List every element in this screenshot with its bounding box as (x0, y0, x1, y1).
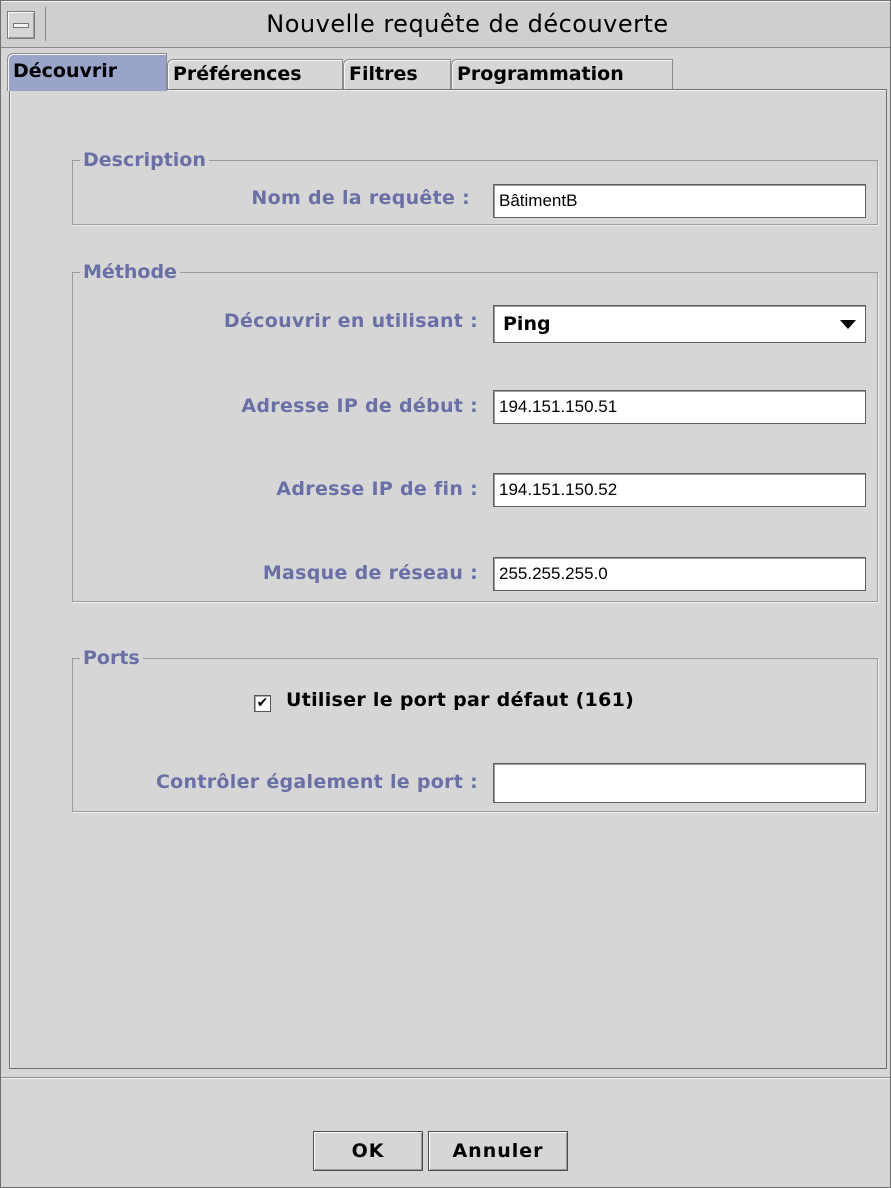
end-ip-input[interactable]: 194.151.150.52 (493, 473, 866, 507)
query-name-label: Nom de la requête : (251, 187, 470, 209)
discover-using-value: Ping (503, 313, 551, 335)
also-check-port-input[interactable] (493, 763, 866, 803)
cancel-button[interactable]: Annuler (428, 1131, 568, 1171)
use-default-port-label[interactable]: Utiliser le port par défaut (161) (286, 689, 634, 711)
end-ip-label: Adresse IP de fin : (276, 478, 478, 500)
discover-using-label: Découvrir en utilisant : (223, 310, 478, 332)
checkmark-icon: ✔ (256, 695, 269, 711)
start-ip-input[interactable]: 194.151.150.51 (493, 390, 866, 424)
tab-content-panel: Description Nom de la requête : Bâtiment… (9, 89, 887, 1069)
dialog-window: Nouvelle requête de découverte Découvrir… (0, 0, 891, 1188)
dropdown-arrow-icon (840, 320, 856, 329)
tab-programmation[interactable]: Programmation (451, 59, 673, 89)
also-check-port-label: Contrôler également le port : (155, 771, 478, 793)
title-bar: Nouvelle requête de découverte (1, 1, 890, 48)
netmask-label: Masque de réseau : (262, 562, 478, 584)
window-menu-icon (13, 23, 29, 28)
ports-legend: Ports (83, 647, 140, 669)
ok-button[interactable]: OK (313, 1131, 423, 1171)
netmask-input[interactable]: 255.255.255.0 (493, 557, 866, 591)
button-bar-divider-highlight (1, 1078, 890, 1079)
tab-filtres[interactable]: Filtres (343, 59, 451, 89)
tab-preferences[interactable]: Préférences (167, 59, 343, 89)
window-menu-button[interactable] (7, 11, 35, 39)
use-default-port-checkbox[interactable]: ✔ (254, 695, 271, 712)
description-legend: Description (83, 149, 206, 171)
query-name-input[interactable]: BâtimentB (493, 184, 866, 218)
window-title: Nouvelle requête de découverte (266, 10, 669, 38)
start-ip-label: Adresse IP de début : (241, 395, 478, 417)
discover-using-select[interactable]: Ping (493, 305, 866, 343)
tab-decouvrir[interactable]: Découvrir (7, 53, 167, 91)
method-legend: Méthode (83, 261, 177, 283)
